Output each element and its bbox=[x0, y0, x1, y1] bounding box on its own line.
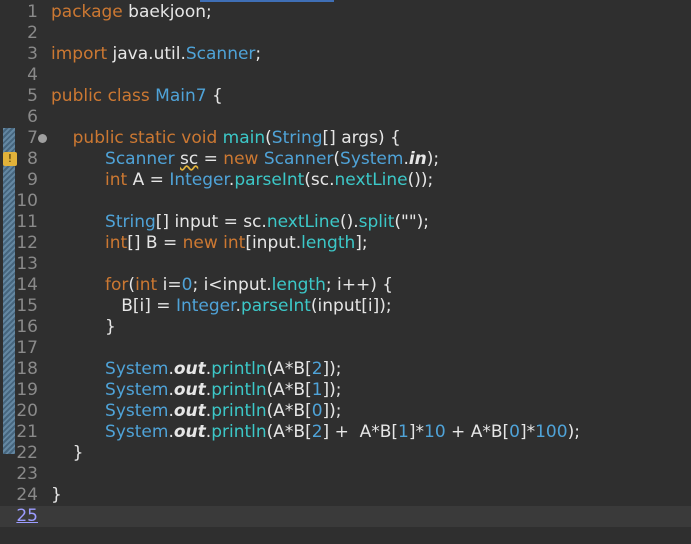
line-number: 16 bbox=[16, 317, 38, 337]
line-number: 17 bbox=[16, 338, 38, 358]
code-text: Scanner sc = new Scanner(System.in); bbox=[105, 149, 440, 169]
line-number: 21 bbox=[16, 422, 38, 442]
code-line[interactable]: 11 String[] input = sc.nextLine().split(… bbox=[0, 212, 691, 233]
code-text: B[i] = Integer.parseInt(input[i]); bbox=[51, 296, 392, 316]
code-text: System.out.println(A*B[2]); bbox=[105, 359, 342, 379]
code-line[interactable]: 24} bbox=[0, 485, 691, 506]
code-line[interactable]: 10 bbox=[0, 191, 691, 212]
code-line[interactable]: 9 int A = Integer.parseInt(sc.nextLine()… bbox=[0, 170, 691, 191]
code-line[interactable]: 16 } bbox=[0, 317, 691, 338]
code-line[interactable]: 13 bbox=[0, 254, 691, 275]
code-line[interactable]: 1 package baekjoon; bbox=[0, 2, 691, 23]
line-number: 2 bbox=[27, 23, 38, 43]
code-text: String[] input = sc.nextLine().split("")… bbox=[105, 212, 430, 232]
line-number: 4 bbox=[27, 65, 38, 85]
code-line[interactable]: 22 } bbox=[0, 443, 691, 464]
line-number: 23 bbox=[16, 464, 38, 484]
code-text: System.out.println(A*B[1]); bbox=[105, 380, 342, 400]
code-line[interactable]: 12 int[] B = new int[input.length]; bbox=[0, 233, 691, 254]
code-text: public static void main(String[] args) { bbox=[72, 128, 401, 148]
line-number: 5 bbox=[27, 86, 38, 106]
line-number: 11 bbox=[16, 212, 38, 232]
code-line[interactable]: 7 public static void main(String[] args)… bbox=[0, 128, 691, 149]
code-line[interactable]: 8! Scanner sc = new Scanner(System.in); bbox=[0, 149, 691, 170]
code-line[interactable]: 4 bbox=[0, 65, 691, 86]
code-line[interactable]: 14 for(int i=0; i<input.length; i++) { bbox=[0, 275, 691, 296]
code-text: } bbox=[51, 485, 62, 505]
code-line[interactable]: 21 System.out.println(A*B[2] + A*B[1]*10… bbox=[0, 422, 691, 443]
code-line[interactable]: 23 bbox=[0, 464, 691, 485]
code-text: System.out.println(A*B[0]); bbox=[105, 401, 342, 421]
code-line[interactable]: 15 B[i] = Integer.parseInt(input[i]); bbox=[0, 296, 691, 317]
code-text: int[] B = new int[input.length]; bbox=[105, 233, 368, 253]
code-line[interactable]: 19 System.out.println(A*B[1]); bbox=[0, 380, 691, 401]
line-number: 9 bbox=[27, 170, 38, 190]
line-number: 18 bbox=[16, 359, 38, 379]
code-line[interactable]: 25 bbox=[0, 506, 691, 527]
line-number: 10 bbox=[16, 191, 38, 211]
code-text: int A = Integer.parseInt(sc.nextLine()); bbox=[105, 170, 434, 190]
line-number: 6 bbox=[27, 107, 38, 127]
code-line[interactable]: 17 bbox=[0, 338, 691, 359]
code-text: for(int i=0; i<input.length; i++) { bbox=[105, 275, 394, 295]
line-number: 3 bbox=[27, 44, 38, 64]
code-line[interactable]: 20 System.out.println(A*B[0]); bbox=[0, 401, 691, 422]
line-number: 13 bbox=[16, 254, 38, 274]
code-text: package baekjoon; bbox=[51, 2, 212, 22]
fold-toggle-icon[interactable] bbox=[38, 134, 47, 143]
code-text: System.out.println(A*B[2] + A*B[1]*10 + … bbox=[105, 422, 580, 442]
code-line[interactable]: 5 public class Main7 { bbox=[0, 86, 691, 107]
code-line[interactable]: 6 bbox=[0, 107, 691, 128]
line-number: 19 bbox=[16, 380, 38, 400]
code-text: } bbox=[51, 443, 84, 463]
line-number: 15 bbox=[16, 296, 38, 316]
line-number: 20 bbox=[16, 401, 38, 421]
line-number: 7 bbox=[27, 128, 38, 148]
code-line[interactable]: 18 System.out.println(A*B[2]); bbox=[0, 359, 691, 380]
warning-icon[interactable]: ! bbox=[3, 152, 17, 166]
line-number: 14 bbox=[16, 275, 38, 295]
line-number: 22 bbox=[16, 443, 38, 463]
line-number: 1 bbox=[27, 2, 38, 22]
code-line[interactable]: 3 import java.util.Scanner; bbox=[0, 44, 691, 65]
code-editor[interactable]: 1 package baekjoon; 2 3 import java.util.Sca… bbox=[0, 0, 691, 544]
line-number: 24 bbox=[16, 485, 38, 505]
code-text: import java.util.Scanner; bbox=[51, 44, 262, 64]
line-number: 25 bbox=[16, 506, 38, 526]
code-text: public class Main7 { bbox=[51, 86, 223, 106]
code-line[interactable]: 2 bbox=[0, 23, 691, 44]
line-number: 12 bbox=[16, 233, 38, 253]
code-text: } bbox=[51, 317, 116, 337]
